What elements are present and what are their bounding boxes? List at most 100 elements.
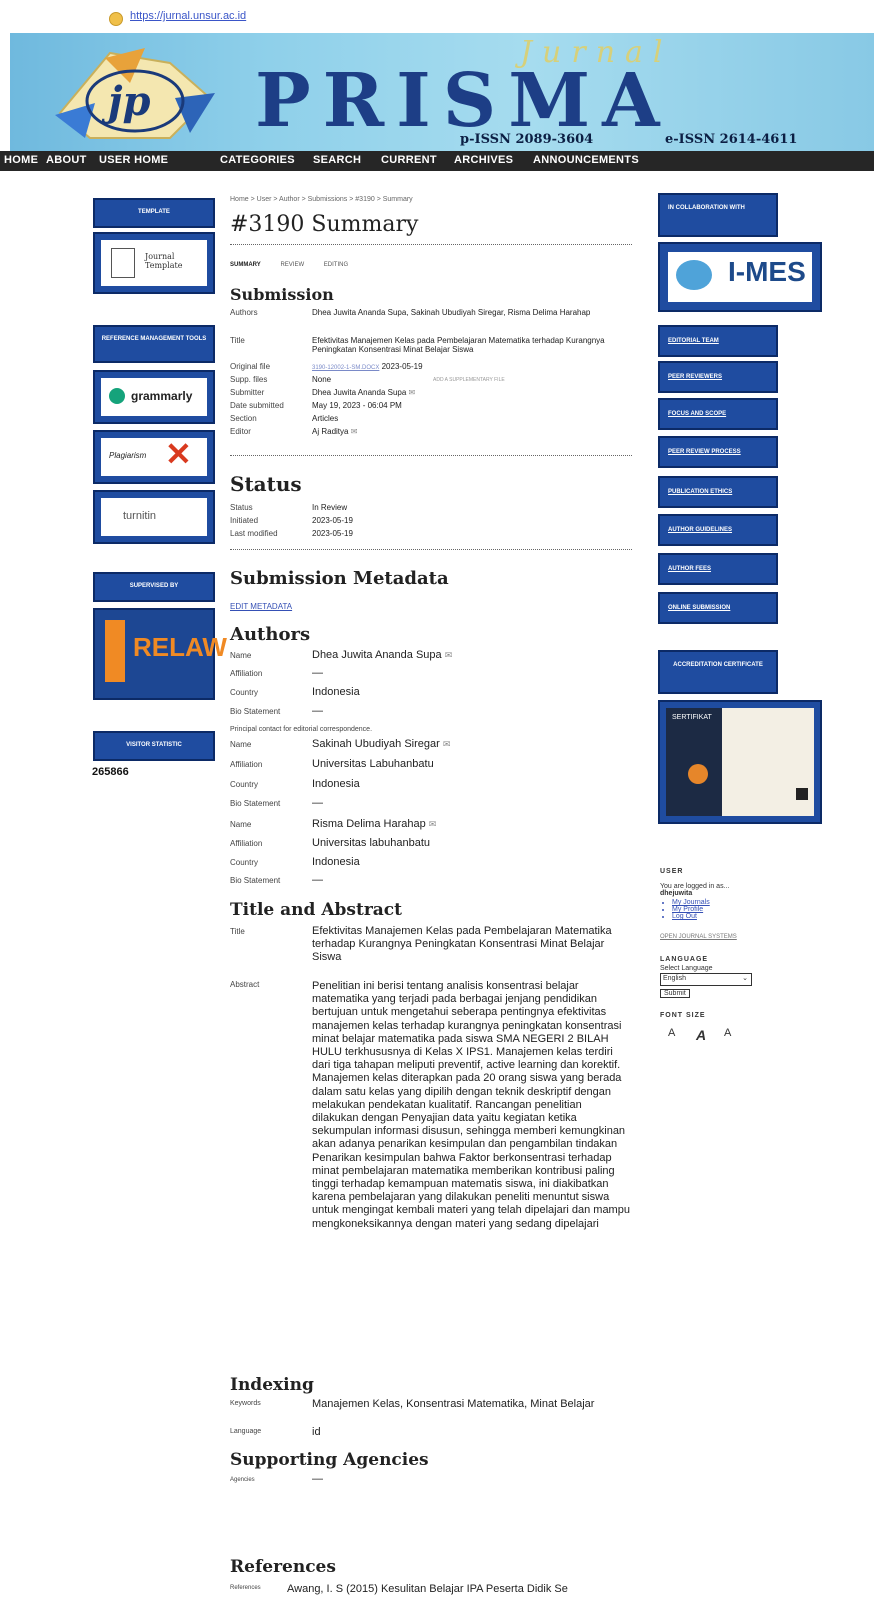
author-affiliation-label: Affiliation — [230, 760, 263, 769]
relawan-label: RELAW — [133, 632, 227, 662]
certificate-box[interactable]: SERTIFIKAT — [658, 700, 822, 824]
authors-label: Authors — [230, 308, 258, 317]
authors-heading: Authors — [230, 624, 311, 645]
my-journals-link[interactable]: My Journals — [672, 899, 860, 906]
font-small-button[interactable]: A — [668, 1027, 675, 1039]
author-bio: — — [312, 874, 323, 886]
link-author-fees[interactable]: AUTHOR FEES — [658, 553, 778, 585]
font-large-button[interactable]: A — [724, 1027, 731, 1039]
link-online-submission[interactable]: ONLINE SUBMISSION — [658, 592, 778, 624]
nav-current[interactable]: CURRENT — [381, 154, 437, 166]
journal-logo[interactable]: jp — [50, 43, 220, 147]
keywords-value: Manajemen Kelas, Konsentrasi Matematika,… — [312, 1398, 595, 1410]
email-icon[interactable]: ✉ — [429, 819, 437, 829]
email-icon[interactable]: ✉ — [409, 388, 416, 397]
url-link[interactable]: https://jurnal.unsur.ac.id — [130, 10, 246, 22]
initiated-label: Initiated — [230, 516, 259, 525]
nav-archives[interactable]: ARCHIVES — [454, 154, 513, 166]
turnitin-box[interactable]: turnitin — [93, 490, 215, 544]
journal-template-box[interactable]: Journal Template — [93, 232, 215, 294]
supervised-header: SUPERVISED BY — [93, 572, 215, 602]
language-label: Language — [230, 1428, 262, 1435]
link-author-guidelines[interactable]: AUTHOR GUIDELINES — [658, 514, 778, 546]
original-file-link[interactable]: 3190-12002-1-SM.DOCX — [312, 365, 379, 371]
ta-title-value: Efektivitas Manajemen Kelas pada Pembela… — [312, 925, 612, 963]
link-publication-ethics[interactable]: PUBLICATION ETHICS — [658, 476, 778, 508]
author-bio-label: Bio Statement — [230, 799, 281, 808]
supervised-label: SUPERVISED BY — [129, 583, 179, 589]
email-icon[interactable]: ✉ — [351, 427, 358, 436]
email-icon[interactable]: ✉ — [443, 739, 451, 749]
turnitin-label: turnitin — [123, 510, 157, 522]
page-title: #3190 Summary — [230, 212, 419, 237]
submitter-row: Dhea Juwita Ananda Supa ✉ — [312, 388, 415, 397]
nav-announcements[interactable]: ANNOUNCEMENTS — [533, 154, 639, 166]
link-peer-reviewers[interactable]: PEER REVIEWERS — [658, 361, 778, 393]
date-submitted-label: Date submitted — [230, 401, 284, 410]
editor-row: Aj Raditya ✉ — [312, 427, 357, 436]
main-nav: HOME ABOUT USER HOME CATEGORIES SEARCH C… — [0, 151, 874, 171]
logged-in-text: You are logged in as... — [660, 883, 730, 890]
editor-value: Aj Raditya — [312, 427, 349, 436]
link-editorial-team[interactable]: EDITORIAL TEAM — [658, 325, 778, 357]
author-bio-label: Bio Statement — [230, 876, 281, 885]
tab-editing[interactable]: EDITING — [324, 262, 348, 268]
link-publication-ethics-label: PUBLICATION ETHICS — [668, 489, 733, 495]
author-name-label: Name — [230, 740, 252, 749]
references-label: References — [230, 1585, 261, 1591]
link-focus-scope[interactable]: FOCUS AND SCOPE — [658, 398, 778, 430]
document-icon — [111, 248, 135, 278]
title-value: Efektivitas Manajemen Kelas pada Pembela… — [312, 336, 605, 354]
user-heading: USER — [660, 868, 684, 875]
submitter-label: Submitter — [230, 388, 265, 397]
nav-search[interactable]: SEARCH — [313, 154, 361, 166]
imes-box[interactable]: I-MES — [658, 242, 822, 312]
url-bar: https://jurnal.unsur.ac.id — [0, 0, 874, 30]
metadata-heading: Submission Metadata — [230, 568, 449, 589]
select-language-label: Select Language — [660, 965, 713, 972]
add-supp-file-link[interactable]: ADD A SUPPLEMENTARY FILE — [433, 377, 505, 383]
certificate-side-panel — [666, 708, 722, 816]
author-country: Indonesia — [312, 686, 360, 698]
user-block: USER You are logged in as... dhejuwita M… — [660, 868, 860, 1047]
agencies-heading: Supporting Agencies — [230, 1450, 429, 1470]
author-affiliation-label: Affiliation — [230, 839, 263, 848]
template-header: TEMPLATE — [93, 198, 215, 228]
accreditation-label: ACCREDITATION CERTIFICATE — [673, 662, 763, 668]
my-profile-link[interactable]: My Profile — [672, 906, 860, 913]
log-out-link[interactable]: Log Out — [672, 913, 860, 920]
language-select[interactable]: English ⌄ — [660, 973, 752, 986]
plagiarism-box[interactable]: Plagiarism ✕ — [93, 430, 215, 484]
certificate-label: SERTIFIKAT — [672, 714, 712, 721]
tab-review[interactable]: REVIEW — [280, 262, 304, 268]
supp-files-value: None — [312, 375, 332, 384]
author-country: Indonesia — [312, 778, 360, 790]
relawan-box[interactable]: RELAW — [93, 608, 227, 700]
edit-metadata-link[interactable]: EDIT METADATA — [230, 602, 292, 611]
section-label: Section — [230, 414, 257, 423]
author-bio: — — [312, 797, 323, 809]
supp-files-label: Supp. files — [230, 375, 268, 384]
breadcrumb[interactable]: Home > User > Author > Submissions > #31… — [230, 196, 413, 203]
keywords-label: Keywords — [230, 1400, 261, 1407]
email-icon[interactable]: ✉ — [445, 650, 453, 660]
link-peer-review-process[interactable]: PEER REVIEW PROCESS — [658, 436, 778, 468]
status-heading: Status — [230, 472, 302, 496]
template-label: TEMPLATE — [138, 209, 170, 215]
authors-value: Dhea Juwita Ananda Supa, Sakinah Ubudiya… — [312, 308, 591, 317]
language-select-value: English — [663, 975, 686, 982]
grammarly-box[interactable]: grammarly — [93, 370, 215, 424]
ojs-link[interactable]: OPEN JOURNAL SYSTEMS — [660, 934, 860, 940]
nav-user-home[interactable]: USER HOME — [99, 154, 168, 166]
nav-categories[interactable]: CATEGORIES — [220, 154, 295, 166]
imes-label: I-MES — [728, 256, 806, 287]
author-country-label: Country — [230, 780, 259, 789]
tab-summary[interactable]: SUMMARY — [230, 262, 261, 268]
font-medium-button[interactable]: A — [696, 1027, 706, 1043]
submit-button[interactable]: Submit — [660, 989, 690, 998]
original-file-label: Original file — [230, 362, 271, 371]
nav-home[interactable]: HOME — [4, 154, 38, 166]
ta-title-label: Title — [230, 927, 245, 936]
link-author-fees-label: AUTHOR FEES — [668, 566, 712, 572]
nav-about[interactable]: ABOUT — [46, 154, 87, 166]
